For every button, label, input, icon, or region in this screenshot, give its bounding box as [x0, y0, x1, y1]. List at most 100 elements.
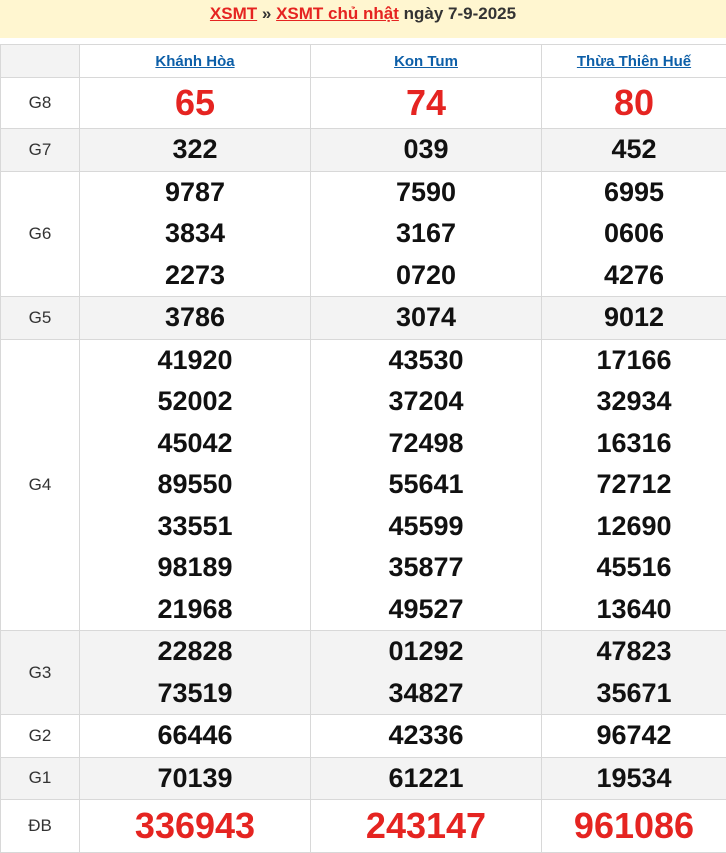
prize-label: G5: [1, 297, 80, 340]
prize-number: 72498: [311, 423, 541, 465]
province-link[interactable]: Thừa Thiên Huế: [577, 53, 691, 70]
prize-number: 22828: [80, 631, 310, 673]
prize-number: 45042: [80, 423, 310, 465]
results-header: XSMT » XSMT chủ nhật ngày 7-9-2025: [0, 0, 726, 38]
prize-number: 452: [542, 129, 726, 171]
prize-cell: 9012: [542, 297, 726, 340]
prize-cell: 322: [80, 129, 311, 172]
prize-number: 9787: [80, 172, 310, 214]
prize-number: 37204: [311, 381, 541, 423]
draw-date: ngày 7-9-2025: [404, 4, 516, 23]
prize-row: ĐB336943243147961086: [1, 800, 726, 853]
prize-number: 3786: [80, 297, 310, 339]
prize-number: 89550: [80, 464, 310, 506]
prize-number: 0720: [311, 255, 541, 297]
province-kon-tum: Kon Tum: [311, 45, 542, 78]
prize-label: G7: [1, 129, 80, 172]
prize-cell: 699506064276: [542, 171, 726, 297]
breadcrumb-separator: »: [262, 4, 271, 23]
prize-number: 34827: [311, 673, 541, 715]
prize-number: 322: [80, 129, 310, 171]
prize-number: 47823: [542, 631, 726, 673]
prize-number: 13640: [542, 589, 726, 631]
province-thua-thien-hue: Thừa Thiên Huế: [542, 45, 726, 78]
special-prize-number: 961086: [542, 800, 726, 852]
prize-number: 45599: [311, 506, 541, 548]
prize-cell: 243147: [311, 800, 542, 853]
prize-cell: 039: [311, 129, 542, 172]
prize-number: 35671: [542, 673, 726, 715]
prize-cell: 70139: [80, 757, 311, 800]
prize-number: 2273: [80, 255, 310, 297]
prize-number: 45516: [542, 547, 726, 589]
prize-label: G8: [1, 78, 80, 129]
special-prize-number: 336943: [80, 800, 310, 852]
xsmt-sunday-link[interactable]: XSMT chủ nhật: [276, 4, 399, 23]
prize-number: 55641: [311, 464, 541, 506]
prize-cell: 66446: [80, 715, 311, 758]
prize-row: G2664464233696742: [1, 715, 726, 758]
prize-number: 42336: [311, 715, 541, 757]
prize-number: 3074: [311, 297, 541, 339]
results-table: Khánh Hòa Kon Tum Thừa Thiên Huế G865748…: [0, 44, 726, 853]
prize-row: G6978738342273759031670720699506064276: [1, 171, 726, 297]
prize-number: 6995: [542, 172, 726, 214]
prize-cell: 41920520024504289550335519818921968: [80, 339, 311, 631]
prize-cell: 17166329341631672712126904551613640: [542, 339, 726, 631]
prize-cell: 3786: [80, 297, 311, 340]
prize-cell: 43530372047249855641455993587749527: [311, 339, 542, 631]
province-header-row: Khánh Hòa Kon Tum Thừa Thiên Huế: [1, 45, 726, 78]
province-link[interactable]: Khánh Hòa: [155, 53, 234, 70]
prize-label: G2: [1, 715, 80, 758]
prize-number: 4276: [542, 255, 726, 297]
prize-label: G4: [1, 339, 80, 631]
prize-label: ĐB: [1, 800, 80, 853]
prize-label: G3: [1, 631, 80, 715]
prize-number: 32934: [542, 381, 726, 423]
prize-cell: 2282873519: [80, 631, 311, 715]
prize-cell: 452: [542, 129, 726, 172]
prize-label: G6: [1, 171, 80, 297]
prize-cell: 65: [80, 78, 311, 129]
prize-number: 33551: [80, 506, 310, 548]
prize-number: 17166: [542, 340, 726, 382]
prize-cell: 80: [542, 78, 726, 129]
prize-number: 74: [311, 78, 541, 128]
prize-number: 73519: [80, 673, 310, 715]
prize-cell: 61221: [311, 757, 542, 800]
prize-cell: 336943: [80, 800, 311, 853]
prize-cell: 4782335671: [542, 631, 726, 715]
prize-label: G1: [1, 757, 80, 800]
prize-row: G441920520024504289550335519818921968435…: [1, 339, 726, 631]
prize-cell: 19534: [542, 757, 726, 800]
prize-number: 66446: [80, 715, 310, 757]
prize-number: 19534: [542, 758, 726, 800]
prize-number: 41920: [80, 340, 310, 382]
prize-number: 52002: [80, 381, 310, 423]
prize-rows: G8657480G7322039452G69787383422737590316…: [1, 78, 726, 853]
prize-row: G5378630749012: [1, 297, 726, 340]
prize-number: 43530: [311, 340, 541, 382]
prize-number: 35877: [311, 547, 541, 589]
prize-row: G7322039452: [1, 129, 726, 172]
prize-number: 01292: [311, 631, 541, 673]
prize-cell: 759031670720: [311, 171, 542, 297]
prize-number: 16316: [542, 423, 726, 465]
province-khanh-hoa: Khánh Hòa: [80, 45, 311, 78]
prize-row: G3228287351901292348274782335671: [1, 631, 726, 715]
prize-number: 72712: [542, 464, 726, 506]
xsmt-link[interactable]: XSMT: [210, 4, 257, 23]
prize-number: 70139: [80, 758, 310, 800]
prize-number: 3834: [80, 213, 310, 255]
prize-number: 65: [80, 78, 310, 128]
prize-number: 96742: [542, 715, 726, 757]
prize-number: 0606: [542, 213, 726, 255]
prize-number: 98189: [80, 547, 310, 589]
special-prize-number: 243147: [311, 800, 541, 852]
province-link[interactable]: Kon Tum: [394, 53, 458, 70]
prize-cell: 961086: [542, 800, 726, 853]
prize-cell: 74: [311, 78, 542, 129]
prize-number: 9012: [542, 297, 726, 339]
prize-number: 039: [311, 129, 541, 171]
prize-number: 49527: [311, 589, 541, 631]
